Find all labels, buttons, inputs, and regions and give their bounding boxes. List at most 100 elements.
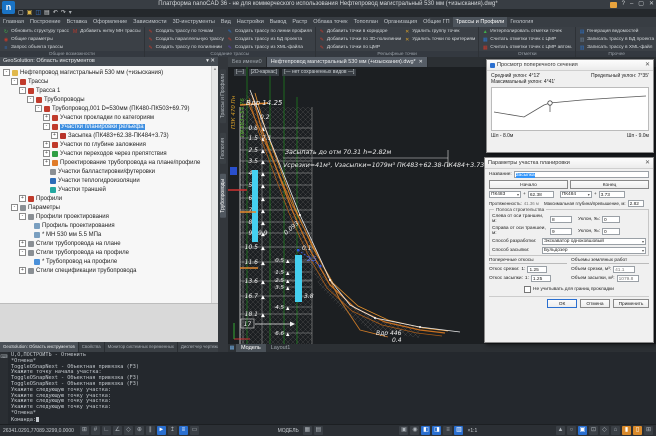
tree-item[interactable]: -Нефтепровод магистральный 530 мм (+изыс… [0, 68, 218, 77]
ribbon-button[interactable]: ✎Добавить точки по ЦМР [319, 44, 401, 51]
end-button[interactable]: Конец [570, 180, 649, 189]
tree-expand-toggle[interactable]: - [3, 69, 10, 76]
dev-method-select[interactable]: Экскаватор одноковшовый▾ [542, 238, 646, 245]
ribbon-tab-14[interactable]: Общие ГП [420, 17, 453, 27]
lineweight-icon[interactable]: ↥ [168, 426, 177, 435]
viewport-control[interactable]: [—] [234, 69, 246, 76]
close-icon[interactable]: ✕ [645, 60, 650, 70]
app-logo[interactable]: n [2, 1, 15, 14]
model-space-icon[interactable]: ▦ [303, 426, 312, 435]
ribbon-tab-16[interactable]: Геология [507, 17, 536, 27]
ribbon-button[interactable]: ✎Создать трассу из БД проекта [227, 36, 312, 43]
palette-tab[interactable]: Монитор системных переменных [105, 342, 178, 352]
list-icon[interactable]: ≡ [443, 426, 452, 435]
tree-item[interactable]: +Проектирование трубопровода на плане/пр… [0, 158, 218, 167]
redo-icon[interactable]: ↷ [61, 9, 66, 17]
ribbon-tab-11[interactable]: Облака точек [310, 17, 350, 27]
save-icon[interactable]: ◫ [35, 9, 41, 17]
ignore-bounds-checkbox[interactable] [524, 286, 531, 293]
pin-icon[interactable]: ▾ [206, 57, 209, 66]
ribbon-button[interactable]: ▥Записать трассу в БД проекта [579, 36, 654, 43]
fill-method-select[interactable]: Бульдозер▾ [542, 247, 646, 254]
layout-icon[interactable]: ▤ [314, 426, 323, 435]
tree-item[interactable]: +Участки по глубине заложения [0, 140, 218, 149]
tree-expand-toggle[interactable]: - [11, 78, 18, 85]
split-left-icon[interactable]: ◧ [421, 426, 430, 435]
ribbon-button[interactable]: ✎Создать трассу по точкам [148, 28, 224, 35]
notify-icon[interactable]: ▯ [633, 426, 642, 435]
tree-expand-toggle[interactable]: - [27, 96, 34, 103]
palette-scrollbar[interactable]: ▲ [211, 66, 218, 303]
ribbon-tab-1[interactable]: Главная [0, 17, 27, 27]
tree-item[interactable]: * Трубопровод на профиле [0, 257, 218, 266]
menu-caret-icon[interactable]: ▾ [69, 9, 72, 17]
tree-item[interactable]: +Профили [0, 194, 218, 203]
palette-tab[interactable]: GeoSolution: Область инструментов [0, 342, 79, 352]
ribbon-button[interactable]: ≡Запрос объекта трассы [3, 44, 69, 51]
close-icon[interactable]: ✕ [419, 57, 423, 67]
ribbon-button[interactable]: ▲Интерполировать отметки точек [482, 28, 572, 35]
model-label[interactable]: МОДЕЛЬ [278, 428, 299, 434]
pk-start-offset-input[interactable]: 62.38 [528, 191, 554, 198]
close-icon[interactable]: ✕ [210, 57, 215, 66]
osnap-icon[interactable]: ◇ [124, 426, 133, 435]
home-icon[interactable]: ⌂ [611, 426, 620, 435]
tree-expand-toggle[interactable]: + [19, 267, 26, 274]
ribbon-tab-10[interactable]: Растр [289, 17, 310, 27]
pk-start-select[interactable]: ПК483▾ [489, 191, 521, 198]
cut-slope-input[interactable]: 1.25 [527, 266, 547, 273]
right-offset-input[interactable]: 9 [550, 228, 572, 235]
ribbon-tab-13[interactable]: Организация [381, 17, 420, 27]
tree-expand-toggle[interactable]: - [19, 87, 26, 94]
tree-item[interactable]: -Трубопроводы [0, 95, 218, 104]
cancel-button[interactable]: Отмена [580, 299, 610, 308]
ribbon-button[interactable]: ✎Добавить точки в коридоре [319, 28, 401, 35]
tree-item[interactable]: Профиль проектирования [0, 221, 218, 230]
document-tab[interactable]: Без имени0 [228, 57, 267, 67]
ribbon-button[interactable]: ✎Создать трассу по полилинии [148, 44, 224, 51]
polar-icon[interactable]: ∠ [113, 426, 122, 435]
ribbon-tab-4[interactable]: Оформление [90, 17, 130, 27]
tree-expand-toggle[interactable]: + [43, 150, 50, 157]
notification-icon[interactable] [610, 2, 617, 8]
search-icon[interactable]: ○ [567, 426, 576, 435]
grid-view-icon[interactable]: ▥ [454, 426, 463, 435]
ribbon-button[interactable]: ✎Создать параллельную трассу [148, 36, 224, 43]
tree-expand-toggle[interactable]: + [51, 132, 58, 139]
scale-indicator[interactable]: ×1:1 [467, 428, 477, 434]
ribbon-tab-12[interactable]: Топоплан [351, 17, 381, 27]
cross-section-titlebar[interactable]: Просмотр поперечного сечения ✕ [487, 60, 653, 71]
tree-expand-toggle[interactable]: - [43, 123, 50, 130]
split-right-icon[interactable]: ◨ [432, 426, 441, 435]
tree-item[interactable]: -Трубопровод,001 D=530мм (ПК480-ПК503+69… [0, 104, 218, 113]
tree-expand-toggle[interactable]: + [43, 141, 50, 148]
palette-header[interactable]: GeoSolution: Область инструментов ▾ ✕ [0, 57, 218, 66]
viewport-control[interactable]: [2D-каркас] [249, 69, 279, 76]
tree-expand-toggle[interactable]: + [43, 159, 50, 166]
slope-left-input[interactable]: 0 [602, 216, 620, 223]
ribbon-tab-6[interactable]: 3D-инструменты [170, 17, 218, 27]
tree-item[interactable]: -Трассы [0, 77, 218, 86]
pk-end-offset-input[interactable]: 3.73 [599, 191, 625, 198]
selection-icon[interactable]: ≡ [179, 426, 188, 435]
command-line-window[interactable]: ⌨ U,О,ПОСТРОИТЬ - Отменить*Отмена*Toggle… [0, 352, 656, 424]
ribbon-tab-15[interactable]: Трассы и Профили [453, 17, 508, 27]
tree-item[interactable]: +Стили спецификации трубопровода [0, 266, 218, 275]
ribbon-button[interactable]: ↻Обновить структуру трасс [3, 28, 69, 35]
side-tab[interactable]: Трубопроводы [220, 174, 226, 218]
ribbon-button[interactable]: ✕Удалить точки по критериям [404, 36, 475, 43]
tree-item[interactable]: +Участки переходов через препятствия [0, 149, 218, 158]
tree-item[interactable]: +Участки прокладки по категориям [0, 113, 218, 122]
ribbon-tab-5[interactable]: Зависимости [130, 17, 169, 27]
tree-expand-toggle[interactable]: + [19, 195, 26, 202]
ribbon-button[interactable]: ✎Добавить точки по 3D-полилинии [319, 36, 401, 43]
open-file-icon[interactable]: ▣ [27, 9, 33, 17]
name-input[interactable]: Засыпка [514, 171, 649, 178]
ribbon-button[interactable]: ✎Создать трассу по линии профиля [227, 28, 312, 35]
lock-icon[interactable]: ▮ [622, 426, 631, 435]
close-icon[interactable]: ✕ [645, 158, 650, 168]
tree-item[interactable]: +Засыпка (ПК483+62.38-ПК484+3.73) [0, 131, 218, 140]
annot-icon[interactable]: ▭ [190, 426, 199, 435]
ribbon-tab-8[interactable]: Настройки [234, 17, 267, 27]
section-marker[interactable] [548, 101, 552, 105]
